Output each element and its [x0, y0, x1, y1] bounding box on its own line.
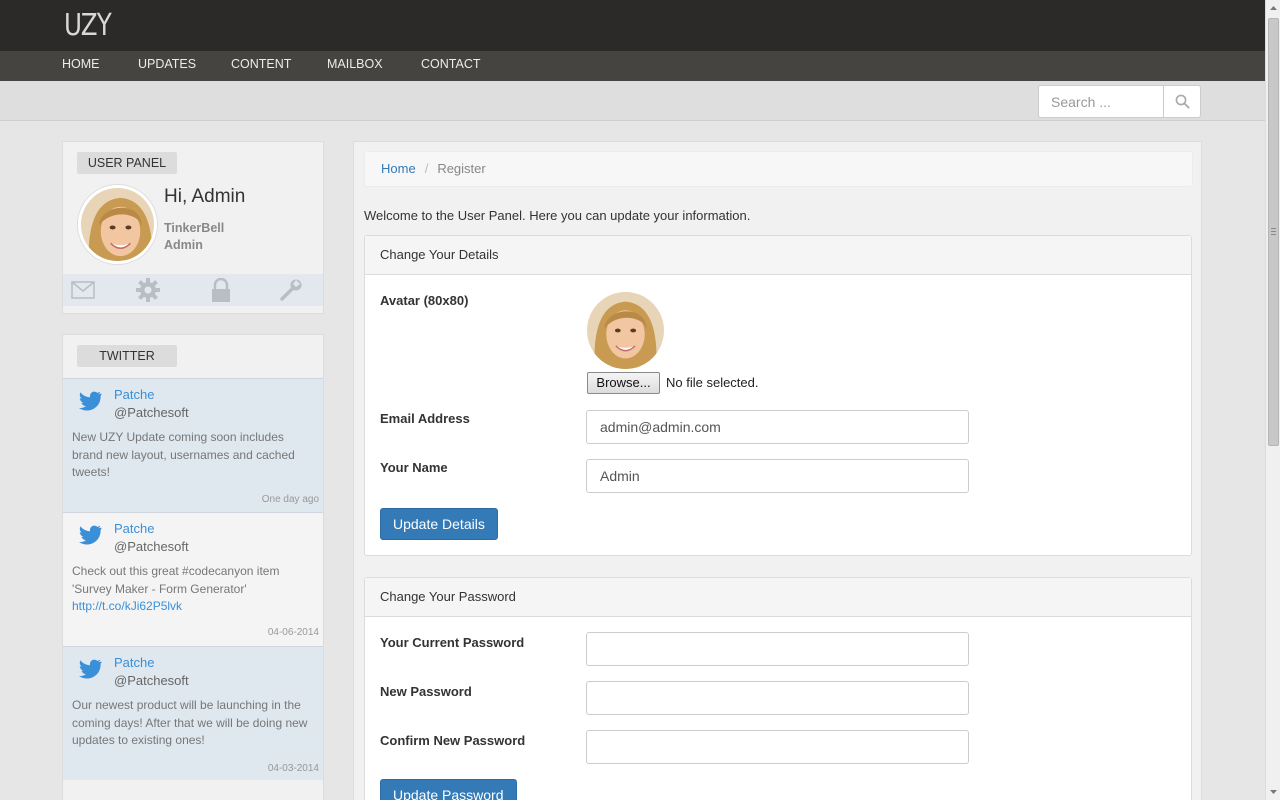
search-button[interactable] [1163, 86, 1201, 117]
current-password-field[interactable] [586, 632, 969, 666]
tweet-item: Patche @Patchesoft New UZY Update coming… [63, 378, 323, 512]
mailbox-link[interactable] [70, 278, 96, 302]
current-password-label: Your Current Password [380, 635, 525, 650]
main-nav: HOME UPDATES CONTENT MAILBOX CONTACT [0, 51, 1265, 81]
avatar-label: Avatar (80x80) [380, 293, 469, 308]
welcome-text: Welcome to the User Panel. Here you can … [364, 208, 751, 223]
search-icon [1175, 94, 1190, 109]
tools-link[interactable] [278, 278, 304, 302]
file-status: No file selected. [666, 375, 759, 390]
user-username: TinkerBell [164, 221, 225, 235]
nav-content[interactable]: CONTENT [231, 51, 291, 81]
search-box [1038, 85, 1201, 118]
breadcrumb: Home / Register [364, 151, 1193, 187]
tweet-date: One day ago [261, 494, 319, 505]
scroll-thumb[interactable] [1268, 18, 1279, 446]
top-header: UZY [0, 0, 1265, 51]
envelope-icon [71, 281, 95, 299]
twitter-panel: TWITTER Patche @Patchesoft New UZY Updat… [62, 334, 324, 800]
user-actions-row [63, 274, 323, 306]
nav-mailbox[interactable]: MAILBOX [327, 51, 383, 81]
name-label: Your Name [380, 460, 448, 475]
twitter-panel-tag: TWITTER [77, 345, 177, 367]
tweet-author-link[interactable]: Patche [114, 655, 154, 670]
breadcrumb-current: Register [437, 161, 486, 176]
settings-link[interactable] [135, 278, 161, 302]
user-greeting: Hi, Admin [164, 186, 246, 207]
twitter-bird-icon [78, 659, 102, 679]
details-card: Change Your Details Avatar (80x80) Brows… [364, 235, 1192, 556]
password-card: Change Your Password Your Current Passwo… [364, 577, 1192, 800]
confirm-password-label: Confirm New Password [380, 733, 526, 748]
avatar-preview [587, 292, 664, 369]
nav-contact[interactable]: CONTACT [421, 51, 481, 81]
tweet-text: New UZY Update coming soon includes bran… [72, 430, 295, 479]
update-details-button[interactable]: Update Details [380, 508, 498, 540]
gear-icon [136, 278, 160, 302]
tweet-handle: @Patchesoft [114, 673, 189, 688]
nav-updates[interactable]: UPDATES [138, 51, 196, 81]
tweet-item: Patche @Patchesoft Our newest product wi… [63, 646, 323, 780]
name-field[interactable] [586, 459, 969, 493]
scroll-grip [1271, 228, 1276, 235]
tweet-author-link[interactable]: Patche [114, 521, 154, 536]
tweet-item: Patche @Patchesoft Check out this great … [63, 512, 323, 646]
breadcrumb-separator: / [424, 161, 429, 176]
user-role: Admin [164, 238, 203, 252]
user-panel: USER PANEL Hi, Admin TinkerBell Admin [62, 141, 324, 314]
user-avatar [78, 185, 157, 264]
update-password-button[interactable]: Update Password [380, 779, 517, 800]
site-logo[interactable]: UZY [64, 8, 112, 43]
scroll-down-arrow[interactable] [1266, 784, 1280, 800]
scroll-up-arrow[interactable] [1266, 0, 1280, 16]
page-scrollbar[interactable] [1265, 0, 1280, 800]
details-card-title: Change Your Details [365, 236, 1191, 275]
twitter-bird-icon [78, 525, 102, 545]
tweet-handle: @Patchesoft [114, 405, 189, 420]
main-content: Home / Register Welcome to the User Panel.… [353, 141, 1202, 800]
tweet-link[interactable]: http://t.co/kJi62P5lvk [72, 599, 182, 613]
password-card-title: Change Your Password [365, 578, 1191, 617]
twitter-bird-icon [78, 391, 102, 411]
search-input[interactable] [1039, 86, 1163, 117]
email-field[interactable] [586, 410, 969, 444]
lock-icon [212, 278, 230, 302]
tweet-handle: @Patchesoft [114, 539, 189, 554]
nav-home[interactable]: HOME [62, 51, 100, 81]
email-label: Email Address [380, 411, 470, 426]
tweet-author-link[interactable]: Patche [114, 387, 154, 402]
browse-button[interactable]: Browse... [587, 372, 660, 394]
tweet-text: Check out this great #codecanyon item 'S… [72, 564, 280, 613]
breadcrumb-home-link[interactable]: Home [381, 161, 416, 176]
security-link[interactable] [208, 278, 234, 302]
user-panel-tag: USER PANEL [77, 152, 177, 174]
new-password-label: New Password [380, 684, 472, 699]
wrench-icon [280, 279, 302, 301]
new-password-field[interactable] [586, 681, 969, 715]
tweet-date: 04-03-2014 [267, 763, 319, 774]
confirm-password-field[interactable] [586, 730, 969, 764]
tweet-text: Our newest product will be launching in … [72, 698, 308, 747]
tweet-date: 04-06-2014 [267, 627, 319, 638]
